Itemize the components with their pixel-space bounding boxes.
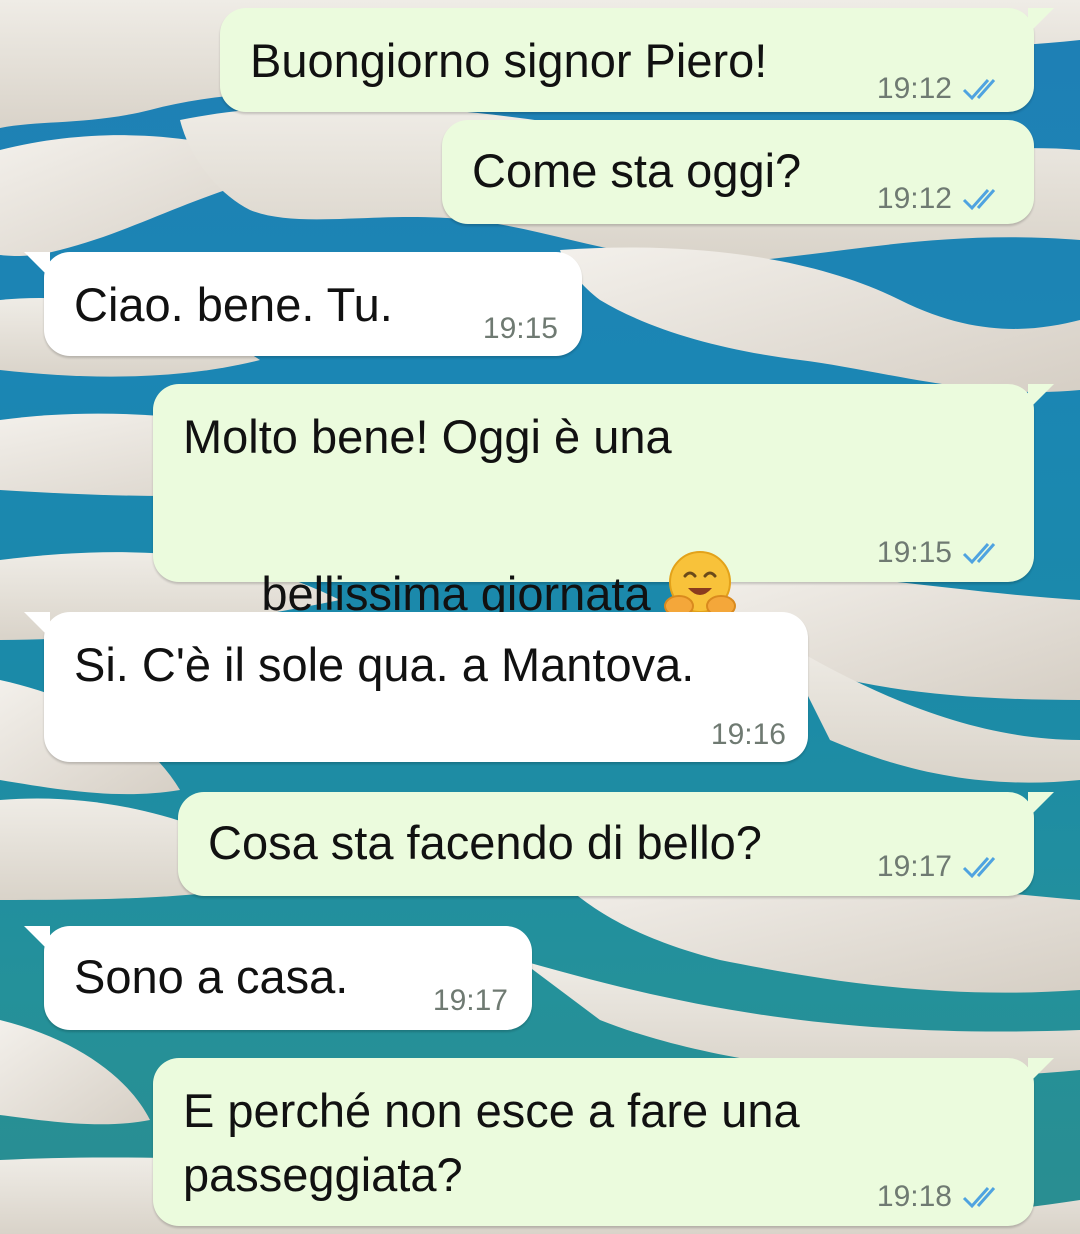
- message-bubble-outgoing[interactable]: E perché non esce a fare una passeggiata…: [153, 1058, 1054, 1226]
- message-time: 19:15: [482, 312, 558, 345]
- message-time: 19:15: [876, 536, 952, 569]
- message-meta: 19:15: [483, 312, 558, 346]
- message-text: Cosa sta facendo di bello?: [208, 816, 762, 869]
- message-meta: 19:16: [711, 718, 786, 752]
- message-bubble-incoming[interactable]: Si. C'è il sole qua. a Mantova. 19:16: [24, 612, 808, 762]
- double-check-icon: [962, 543, 996, 565]
- message-meta: 19:15: [877, 536, 1004, 570]
- message-time: 19:12: [876, 72, 952, 105]
- message-time: 19:12: [876, 182, 952, 215]
- message-time: 19:16: [710, 718, 786, 751]
- message-text: Buongiorno signor Piero!: [250, 34, 768, 87]
- message-time: 19:17: [876, 850, 952, 883]
- double-check-icon: [962, 1187, 996, 1209]
- message-time: 19:18: [876, 1180, 952, 1213]
- message-text: Sono a casa.: [74, 950, 349, 1003]
- message-bubble-outgoing[interactable]: Molto bene! Oggi è una bellissima giorna…: [153, 384, 1054, 620]
- message-meta: 19:17: [433, 984, 508, 1018]
- conversation-view[interactable]: Buongiorno signor Piero! 19:12 Come sta …: [0, 0, 1080, 1234]
- message-bubble-incoming[interactable]: Sono a casa. 19:17: [24, 926, 532, 1030]
- double-check-icon: [962, 79, 996, 101]
- message-text: Molto bene! Oggi è una: [183, 410, 672, 463]
- message-bubble-outgoing[interactable]: Cosa sta facendo di bello? 19:17: [178, 792, 1054, 896]
- message-bubble-outgoing[interactable]: Buongiorno signor Piero! 19:12: [220, 8, 1054, 112]
- message-meta: 19:12: [877, 72, 1004, 106]
- message-meta: 19:18: [877, 1180, 1004, 1214]
- message-time: 19:17: [432, 984, 508, 1017]
- message-text: Ciao. bene. Tu.: [74, 278, 393, 331]
- message-text: Come sta oggi?: [472, 144, 802, 197]
- message-text: passeggiata?: [183, 1148, 463, 1201]
- message-meta: 19:12: [877, 182, 1004, 216]
- message-meta: 19:17: [877, 850, 1004, 884]
- message-text: E perché non esce a fare una: [183, 1084, 800, 1137]
- message-bubble-incoming[interactable]: Ciao. bene. Tu. 19:15: [24, 252, 582, 356]
- message-text: Si. C'è il sole qua. a Mantova.: [74, 638, 695, 691]
- double-check-icon: [962, 189, 996, 211]
- message-bubble-outgoing[interactable]: Come sta oggi? 19:12: [442, 120, 1034, 224]
- double-check-icon: [962, 857, 996, 879]
